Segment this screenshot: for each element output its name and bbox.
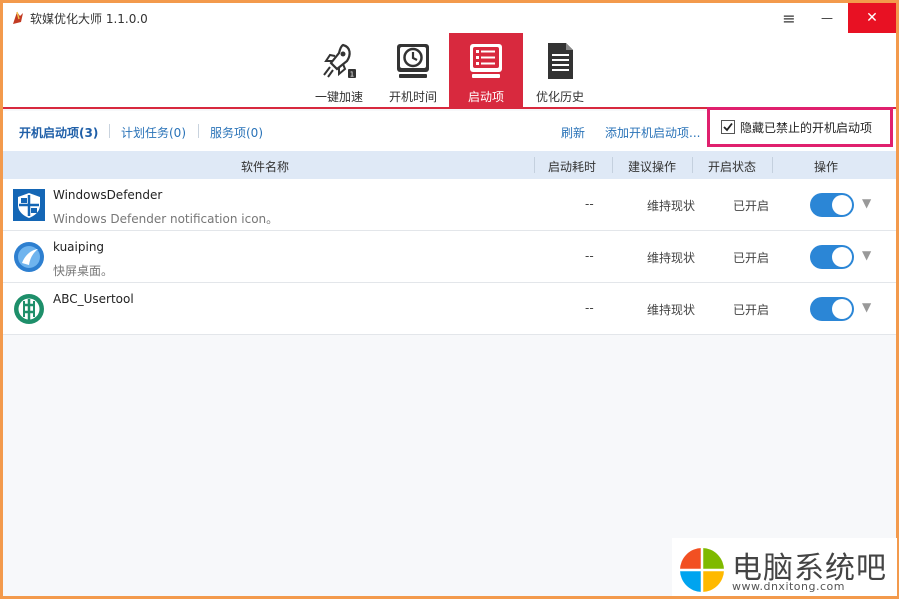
row-advice: 维持现状 (647, 303, 696, 317)
app-logo-icon (13, 11, 23, 24)
main-toolbar: 1 一键加速 开机时间 启动项 优化历史 (3, 33, 896, 109)
enable-toggle[interactable] (810, 297, 854, 321)
subtab-scheduled-tasks[interactable]: 计划任务(0) (121, 124, 186, 141)
enable-toggle[interactable] (810, 193, 854, 217)
divider (612, 157, 613, 173)
refresh-link[interactable]: 刷新 (561, 124, 585, 141)
minimize-icon: — (821, 11, 833, 25)
row-startup-time: -- (585, 249, 594, 263)
hide-disabled-label: 隐藏已禁止的开机启动项 (740, 121, 873, 135)
watermark: 电脑系统吧 www.dnxitong.com (672, 538, 897, 596)
divider (534, 157, 535, 173)
toggle-knob (832, 299, 852, 319)
column-header-name: 软件名称 (241, 160, 290, 174)
add-startup-item-link[interactable]: 添加开机启动项... (605, 124, 700, 141)
close-button[interactable]: ✕ (848, 3, 896, 33)
app-title: 软媒优化大师 1.1.0.0 (30, 12, 148, 26)
tab-label: 优化历史 (535, 90, 584, 104)
title-bar: 软媒优化大师 1.1.0.0 ≡ — ✕ (3, 3, 896, 33)
table-row: WindowsDefender Windows Defender notific… (3, 179, 896, 231)
close-icon: ✕ (866, 10, 878, 26)
hide-disabled-option[interactable]: 隐藏已禁止的开机启动项 (707, 107, 893, 147)
row-startup-time: -- (585, 197, 594, 211)
table-row: ABC_Usertool -- 维持现状 已开启 ▼ (3, 283, 896, 335)
app-window: 软媒优化大师 1.1.0.0 ≡ — ✕ 1 一键加速 开机时间 启动项 优化历… (3, 3, 896, 596)
tab-boot-time[interactable]: 开机时间 (376, 33, 450, 107)
divider (198, 124, 199, 138)
svg-text:1: 1 (350, 71, 354, 79)
shield-icon (13, 189, 45, 221)
subtab-services[interactable]: 服务项(0) (210, 124, 263, 141)
windows-logo-icon (680, 548, 724, 592)
row-name: kuaiping (53, 240, 105, 254)
rocket-icon: 1 (323, 43, 356, 79)
menu-icon: ≡ (782, 8, 796, 28)
table-header: 软件名称 启动耗时 建议操作 开启状态 操作 (3, 151, 896, 179)
row-name: ABC_Usertool (53, 292, 134, 306)
column-header-action: 操作 (814, 160, 839, 174)
row-name: WindowsDefender (53, 188, 163, 202)
watermark-url: www.dnxitong.com (732, 580, 845, 593)
menu-button[interactable]: ≡ (771, 3, 807, 33)
startup-list-icon (470, 44, 502, 78)
subtab-startup-items[interactable]: 开机启动项(3) (19, 124, 98, 141)
toggle-knob (832, 195, 852, 215)
tab-label: 开机时间 (388, 90, 437, 104)
checkmark-icon (723, 122, 733, 132)
divider (109, 124, 110, 138)
row-description: 快屏桌面。 (53, 264, 114, 278)
clock-icon (397, 44, 429, 78)
column-header-time: 启动耗时 (548, 160, 597, 174)
chevron-down-icon[interactable]: ▼ (862, 196, 871, 210)
tab-startup-items[interactable]: 启动项 (449, 33, 523, 107)
tab-label: 启动项 (467, 90, 504, 104)
tab-optimization-history[interactable]: 优化历史 (523, 33, 597, 107)
table-row: kuaiping 快屏桌面。 -- 维持现状 已开启 ▼ (3, 231, 896, 283)
divider (772, 157, 773, 173)
document-icon (548, 43, 573, 79)
minimize-button[interactable]: — (809, 3, 845, 33)
chevron-down-icon[interactable]: ▼ (862, 248, 871, 262)
row-status: 已开启 (733, 199, 770, 213)
row-status: 已开启 (733, 251, 770, 265)
row-advice: 维持现状 (647, 251, 696, 265)
row-advice: 维持现状 (647, 199, 696, 213)
tab-one-click-speedup[interactable]: 1 一键加速 (302, 33, 376, 107)
enable-toggle[interactable] (810, 245, 854, 269)
row-startup-time: -- (585, 301, 594, 315)
row-description: Windows Defender notification icon。 (53, 212, 279, 226)
tab-label: 一键加速 (314, 90, 363, 104)
abc-bank-icon (14, 294, 44, 324)
column-header-advice: 建议操作 (628, 160, 677, 174)
hide-disabled-checkbox[interactable] (721, 120, 735, 134)
divider (692, 157, 693, 173)
row-status: 已开启 (733, 303, 770, 317)
kuaiping-icon (14, 242, 44, 272)
column-header-status: 开启状态 (708, 160, 757, 174)
toggle-knob (832, 247, 852, 267)
chevron-down-icon[interactable]: ▼ (862, 300, 871, 314)
